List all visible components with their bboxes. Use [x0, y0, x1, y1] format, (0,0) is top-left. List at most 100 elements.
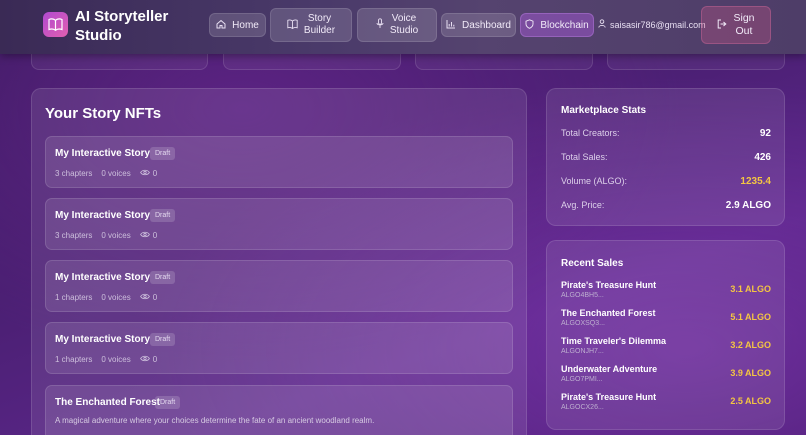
view-count: 0 — [139, 293, 158, 302]
status-badge: Draft — [150, 271, 176, 284]
story-title: My Interactive Story — [55, 272, 151, 283]
book-icon[interactable] — [43, 12, 68, 37]
sale-price: 3.1 ALGO — [730, 284, 771, 294]
nav-voice-studio-line-2: Studio — [389, 25, 419, 36]
sign-out-button[interactable]: Sign Out — [701, 6, 771, 44]
story-meta: 3 chapters 0 voices 0 — [55, 169, 157, 178]
eye-icon — [139, 293, 150, 302]
view-count: 0 — [139, 169, 158, 178]
stat-row: Volume (ALGO): 1235.4 — [561, 176, 771, 187]
stat-card-stub — [607, 54, 785, 70]
nav-blockchain-button[interactable]: Blockchain — [520, 13, 594, 37]
recent-sales-panel: Recent Sales Pirate's Treasure Hunt ALGO… — [546, 240, 785, 430]
sale-item[interactable]: Underwater Adventure ALGO7PMI... 3.9 ALG… — [561, 364, 771, 383]
mic-icon — [376, 18, 384, 32]
sale-item[interactable]: The Enchanted Forest ALGOXSQ3... 5.1 ALG… — [561, 308, 771, 327]
top-navigation-bar: AI Storyteller Studio Home Story Builder… — [0, 0, 806, 54]
stat-card-stub — [223, 54, 401, 70]
stat-value: 1235.4 — [740, 176, 771, 187]
nav-dashboard-button[interactable]: Dashboard — [441, 13, 516, 37]
chapter-count: 3 chapters — [55, 231, 93, 240]
story-description: A magical adventure where your choices d… — [55, 416, 375, 425]
bar-chart-icon — [446, 19, 456, 32]
nav-story-builder-line-1: Story — [307, 13, 332, 24]
story-title: The Enchanted Forest — [55, 397, 161, 408]
eye-icon — [139, 355, 150, 364]
voice-count: 0 voices — [101, 231, 131, 240]
book-open-icon — [287, 18, 298, 32]
sale-price: 3.9 ALGO — [730, 368, 771, 378]
brand-line-1: AI Storyteller — [75, 8, 169, 25]
sale-price: 5.1 ALGO — [730, 312, 771, 322]
sign-out-line-1: Sign — [733, 12, 755, 24]
nav-home-button[interactable]: Home — [209, 13, 266, 37]
view-count-value: 0 — [152, 355, 158, 364]
eye-icon — [139, 169, 150, 178]
story-card[interactable]: My Interactive Story Draft 1 chapters 0 … — [45, 322, 513, 374]
stat-value: 2.9 ALGO — [725, 200, 771, 211]
marketplace-stats-title: Marketplace Stats — [561, 105, 647, 116]
user-email: saisasir786@gmail.com — [598, 19, 706, 30]
status-badge: Draft — [155, 396, 181, 409]
sale-item[interactable]: Time Traveler's Dilemma ALGONJH7... 3.2 … — [561, 336, 771, 355]
sign-out-label: Sign Out — [733, 12, 754, 38]
stat-label: Avg. Price: — [561, 200, 605, 210]
app-brand[interactable]: AI Storyteller Studio — [75, 7, 185, 45]
stat-row: Total Sales: 426 — [561, 152, 771, 163]
sale-item[interactable]: Pirate's Treasure Hunt ALGOCX26... 2.5 A… — [561, 392, 771, 411]
sale-price: 3.2 ALGO — [730, 340, 771, 350]
story-meta: 3 chapters 0 voices 0 — [55, 231, 157, 240]
brand-line-2: Studio — [75, 27, 122, 44]
status-badge: Draft — [150, 209, 176, 222]
stat-label: Total Creators: — [561, 128, 620, 138]
view-count: 0 — [139, 231, 158, 240]
nav-voice-studio-label: Voice Studio — [390, 13, 418, 37]
stat-card-stub — [31, 54, 208, 70]
stat-row: Avg. Price: 2.9 ALGO — [561, 200, 771, 211]
stat-value: 92 — [759, 128, 771, 139]
stat-label: Total Sales: — [561, 152, 608, 162]
shield-icon — [525, 18, 534, 32]
stat-label: Volume (ALGO): — [561, 176, 628, 186]
user-icon — [598, 19, 606, 30]
nav-story-builder-button[interactable]: Story Builder — [270, 8, 352, 42]
story-title: My Interactive Story — [55, 148, 151, 159]
story-card[interactable]: My Interactive Story Draft 3 chapters 0 … — [45, 136, 513, 188]
nav-story-builder-label: Story Builder — [304, 13, 335, 37]
chapter-count: 1 chapters — [55, 293, 93, 302]
recent-sales-title: Recent Sales — [561, 258, 624, 269]
view-count-value: 0 — [152, 293, 158, 302]
nav-dashboard-label: Dashboard — [462, 19, 511, 31]
view-count-value: 0 — [152, 231, 158, 240]
sale-item[interactable]: Pirate's Treasure Hunt ALGO4BH5... 3.1 A… — [561, 280, 771, 299]
sign-out-line-2: Out — [735, 25, 753, 37]
story-card[interactable]: The Enchanted Forest Draft A magical adv… — [45, 385, 513, 435]
view-count-value: 0 — [152, 169, 158, 178]
story-title: My Interactive Story — [55, 210, 151, 221]
logout-icon — [717, 19, 728, 32]
voice-count: 0 voices — [101, 293, 131, 302]
stat-value: 426 — [754, 152, 771, 163]
story-nfts-title: Your Story NFTs — [45, 105, 162, 122]
status-badge: Draft — [150, 147, 176, 160]
voice-count: 0 voices — [101, 355, 131, 364]
view-count: 0 — [139, 355, 158, 364]
voice-count: 0 voices — [101, 169, 131, 178]
nav-blockchain-label: Blockchain — [540, 19, 589, 31]
story-meta: 1 chapters 0 voices 0 — [55, 293, 157, 302]
nav-voice-studio-line-1: Voice — [391, 13, 417, 24]
user-email-text: saisasir786@gmail.com — [610, 19, 706, 30]
marketplace-stats-panel: Marketplace Stats Total Creators: 92 Tot… — [546, 88, 785, 226]
chapter-count: 1 chapters — [55, 355, 93, 364]
story-meta: 1 chapters 0 voices 0 — [55, 355, 157, 364]
chapter-count: 3 chapters — [55, 169, 93, 178]
nav-story-builder-line-2: Builder — [303, 25, 336, 36]
stat-row: Total Creators: 92 — [561, 128, 771, 139]
eye-icon — [139, 231, 150, 240]
story-title: My Interactive Story — [55, 334, 151, 345]
sale-price: 2.5 ALGO — [730, 396, 771, 406]
story-card[interactable]: My Interactive Story Draft 3 chapters 0 … — [45, 198, 513, 250]
story-card[interactable]: My Interactive Story Draft 1 chapters 0 … — [45, 260, 513, 312]
nav-voice-studio-button[interactable]: Voice Studio — [357, 8, 437, 42]
stat-card-stub — [415, 54, 593, 70]
